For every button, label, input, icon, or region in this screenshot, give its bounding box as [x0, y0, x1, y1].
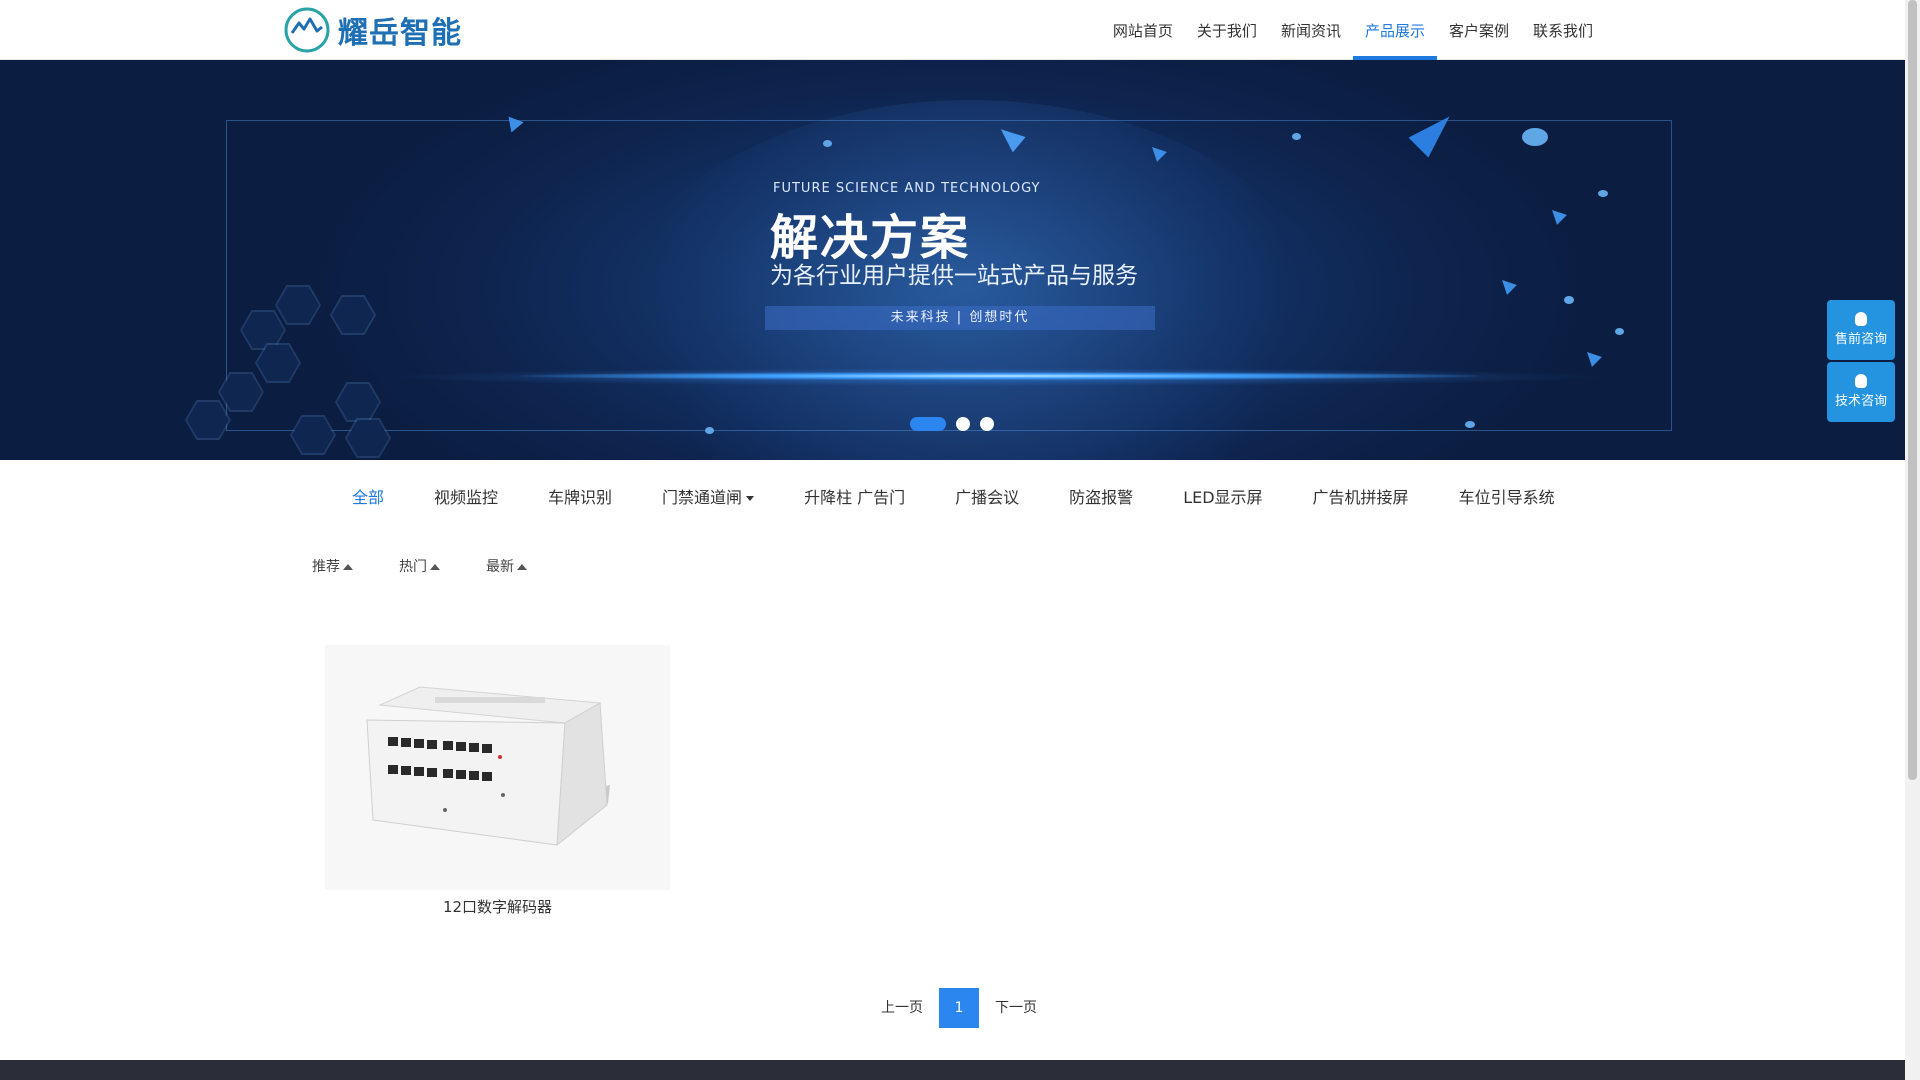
nav-item-about[interactable]: 关于我们 [1185, 0, 1269, 60]
particle-decoration [1522, 128, 1548, 146]
particle-decoration [1598, 190, 1608, 197]
pagination: 上一页 1 下一页 [865, 988, 1053, 1028]
scrollbar-thumb[interactable] [1908, 0, 1917, 780]
footer [0, 1060, 1905, 1080]
category-plate-recognition[interactable]: 车牌识别 [548, 484, 612, 510]
sort-recommended-label: 推荐 [312, 559, 340, 575]
nav-item-products[interactable]: 产品展示 [1352, 0, 1437, 60]
category-access-gate[interactable]: 门禁通道闸 [662, 484, 755, 510]
next-page-button[interactable]: 下一页 [979, 988, 1053, 1028]
particle-decoration [1465, 421, 1475, 428]
caret-down-icon [746, 496, 755, 501]
category-video-surveillance[interactable]: 视频监控 [434, 484, 498, 510]
main-nav: 网站首页 关于我们 新闻资讯 产品展示 客户案例 联系我们 [1101, 0, 1605, 60]
sort-popular[interactable]: 热门 [399, 556, 440, 576]
carousel-dot-1[interactable] [910, 417, 946, 431]
category-led-screen[interactable]: LED显示屏 [1183, 484, 1262, 510]
category-ad-splicing-screen[interactable]: 广告机拼接屏 [1313, 484, 1409, 510]
sort-options: 推荐 热门 最新 [312, 556, 573, 576]
nav-item-contact[interactable]: 联系我们 [1521, 0, 1605, 60]
sort-arrow-icon [343, 564, 353, 570]
category-alarm[interactable]: 防盗报警 [1069, 484, 1133, 510]
carousel-dot-2[interactable] [956, 417, 970, 431]
site-header: 耀岳智能 网站首页 关于我们 新闻资讯 产品展示 客户案例 联系我们 [0, 0, 1905, 60]
tech-consult-button[interactable]: 技术咨询 [1827, 362, 1895, 422]
particle-decoration [1292, 133, 1301, 140]
banner-tag: 未来科技 | 创想时代 [765, 306, 1155, 330]
nav-item-home[interactable]: 网站首页 [1101, 0, 1185, 60]
page-1-button[interactable]: 1 [939, 988, 979, 1028]
qq-icon [1855, 374, 1867, 388]
sort-arrow-icon [517, 564, 527, 570]
sort-newest[interactable]: 最新 [486, 556, 527, 576]
nav-item-cases[interactable]: 客户案例 [1437, 0, 1521, 60]
sort-newest-label: 最新 [486, 559, 514, 575]
category-filter: 全部 视频监控 车牌识别 门禁通道闸 升降柱 广告门 广播会议 防盗报警 LED… [352, 484, 1605, 510]
banner-subtitle-en: FUTURE SCIENCE AND TECHNOLOGY [773, 181, 1041, 196]
category-all[interactable]: 全部 [352, 484, 384, 510]
mountain-logo-icon [284, 7, 330, 53]
sort-popular-label: 热门 [399, 559, 427, 575]
tech-consult-label: 技术咨询 [1834, 394, 1887, 409]
logo-text: 耀岳智能 [338, 16, 462, 51]
category-bollard-door[interactable]: 升降柱 广告门 [804, 484, 905, 510]
banner-description: 为各行业用户提供一站式产品与服务 [770, 263, 1138, 289]
logo[interactable]: 耀岳智能 [282, 6, 462, 54]
category-broadcast-meeting[interactable]: 广播会议 [955, 484, 1019, 510]
particle-decoration [705, 427, 714, 434]
category-access-gate-label: 门禁通道闸 [662, 488, 743, 507]
scrollbar[interactable] [1905, 0, 1920, 1080]
prev-page-button[interactable]: 上一页 [865, 988, 939, 1028]
particle-decoration [1615, 328, 1624, 335]
category-parking-guidance[interactable]: 车位引导系统 [1459, 484, 1555, 510]
particle-decoration [1564, 296, 1574, 304]
product-title[interactable]: 12口数字解码器 [325, 896, 670, 917]
particle-decoration [823, 140, 832, 147]
light-beam [520, 372, 1480, 380]
sort-arrow-icon [430, 564, 440, 570]
presale-consult-label: 售前咨询 [1834, 332, 1887, 347]
nav-item-news[interactable]: 新闻资讯 [1269, 0, 1353, 60]
hero-banner: FUTURE SCIENCE AND TECHNOLOGY 解决方案 为各行业用… [0, 60, 1905, 460]
carousel-indicators [910, 417, 994, 431]
qq-icon [1855, 312, 1867, 326]
hexagon-decoration [185, 400, 231, 440]
product-card[interactable]: 12口数字解码器 [325, 645, 670, 925]
carousel-dot-3[interactable] [980, 417, 994, 431]
product-image [325, 645, 670, 890]
decoder-device-image [366, 686, 610, 847]
sort-recommended[interactable]: 推荐 [312, 556, 353, 576]
presale-consult-button[interactable]: 售前咨询 [1827, 300, 1895, 360]
